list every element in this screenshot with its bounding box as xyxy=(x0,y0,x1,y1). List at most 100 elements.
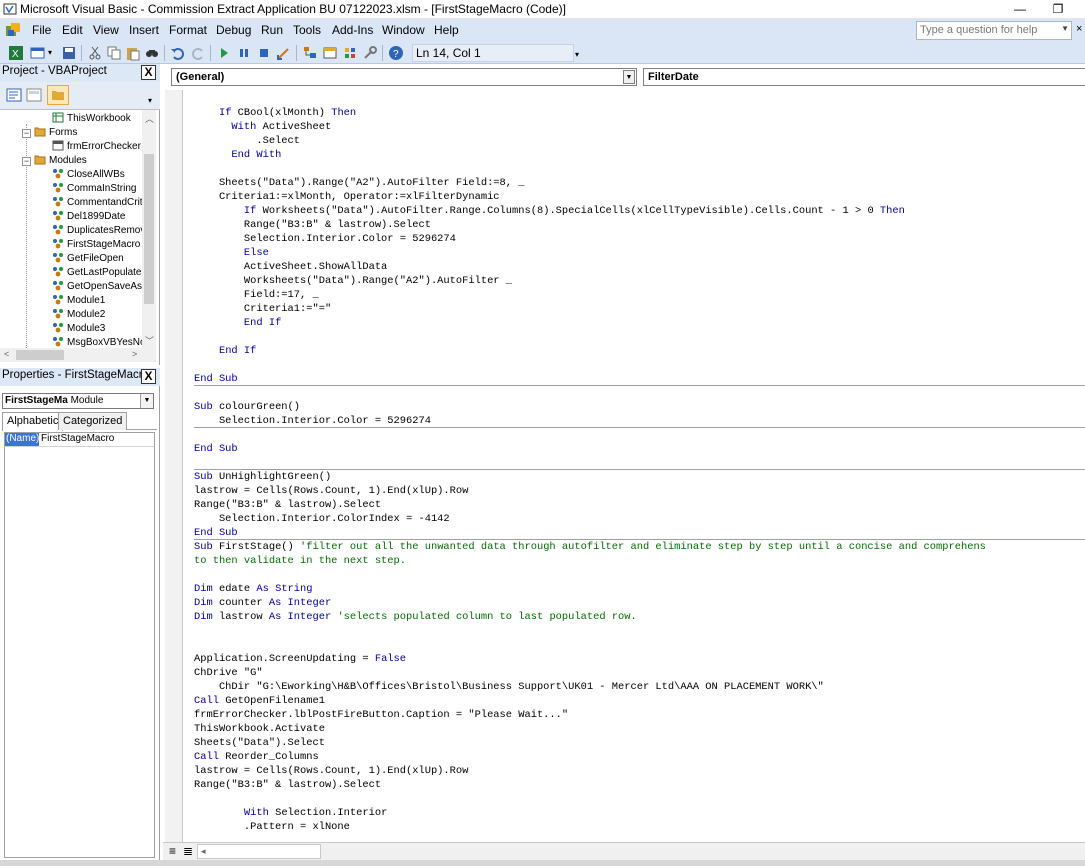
help-dropdown-arrow-icon[interactable]: ▼ xyxy=(1061,24,1069,33)
menu-debug[interactable]: Debug xyxy=(216,23,251,37)
menu-run[interactable]: Run xyxy=(261,23,283,37)
menu-window[interactable]: Window xyxy=(382,23,425,37)
tree-item-commainstring[interactable]: CommaInString xyxy=(52,182,136,196)
tree-item-closeallwbs[interactable]: CloseAllWBs xyxy=(52,168,125,182)
excel-view-icon[interactable]: X xyxy=(8,45,24,61)
undo-icon[interactable] xyxy=(170,45,186,61)
tab-categorized[interactable]: Categorized xyxy=(58,412,128,430)
tree-item-label: MsgBoxVBYesNo xyxy=(67,337,142,348)
project-tree-vscrollbar[interactable]: ︿ ﹀ xyxy=(142,110,156,348)
full-module-view-icon[interactable]: ≣ xyxy=(183,844,193,858)
tree-item-modules[interactable]: Modules xyxy=(34,154,87,168)
tree-item-del1899date[interactable]: Del1899Date xyxy=(52,210,125,224)
tree-item-module2[interactable]: Module2 xyxy=(52,308,105,322)
project-tree-hscroll-thumb[interactable] xyxy=(16,350,64,360)
run-icon[interactable] xyxy=(216,45,232,61)
project-toolbar-more-icon[interactable]: ▾ xyxy=(148,96,152,105)
menu-insert[interactable]: Insert xyxy=(129,23,159,37)
module-icon xyxy=(53,281,63,291)
menu-tools[interactable]: Tools xyxy=(293,23,321,37)
scroll-right-arrow-icon[interactable]: > xyxy=(132,349,137,359)
object-dropdown[interactable]: (General) ▼ xyxy=(171,68,637,86)
menu-help[interactable]: Help xyxy=(434,23,459,37)
code-editor[interactable]: If CBool(xlMonth) Then With ActiveSheet … xyxy=(194,106,1085,842)
view-object-icon[interactable] xyxy=(26,88,42,102)
break-icon[interactable] xyxy=(236,45,252,61)
procedure-dropdown[interactable]: FilterDate xyxy=(643,68,1085,86)
property-value[interactable]: FirstStageMacro xyxy=(41,433,114,444)
procedure-view-icon[interactable]: ≡ xyxy=(169,844,176,858)
close-code-window-icon[interactable]: × xyxy=(1076,23,1082,35)
minimize-button[interactable]: — xyxy=(1003,0,1037,18)
toolbox-icon[interactable] xyxy=(362,45,378,61)
project-tree-hscrollbar[interactable]: < > xyxy=(0,348,156,362)
property-row-name[interactable]: (Name) FirstStageMacro xyxy=(5,433,154,447)
redo-icon[interactable] xyxy=(190,45,206,61)
object-dropdown-arrow-icon[interactable]: ▼ xyxy=(623,70,635,84)
code-scroll-left-arrow-icon[interactable]: ◂ xyxy=(201,846,206,857)
reset-icon[interactable] xyxy=(256,45,272,61)
toolbar-separator xyxy=(81,45,82,61)
toolbar-options-icon[interactable]: ▾ xyxy=(575,50,579,59)
menu-view[interactable]: View xyxy=(93,23,119,37)
tree-item-commentandcrit[interactable]: CommentandCrit xyxy=(52,196,142,210)
tree-item-duplicatesremov[interactable]: DuplicatesRemov xyxy=(52,224,142,238)
scroll-left-arrow-icon[interactable]: < xyxy=(4,349,9,359)
module-icon xyxy=(53,295,63,305)
help-search-input[interactable]: Type a question for help ▼ xyxy=(916,21,1072,40)
procedure-dropdown-value: FilterDate xyxy=(648,71,699,83)
object-browser-icon[interactable] xyxy=(342,45,358,61)
vba-menu-icon[interactable] xyxy=(4,22,22,39)
tree-collapse-icon[interactable]: − xyxy=(22,129,31,138)
tree-item-module1[interactable]: Module1 xyxy=(52,294,105,308)
tree-item-thisworkbook[interactable]: ThisWorkbook xyxy=(52,112,131,126)
scroll-up-arrow-icon[interactable]: ︿ xyxy=(145,112,154,125)
paste-icon[interactable] xyxy=(125,45,141,61)
tree-item-msgboxvbyesno[interactable]: MsgBoxVBYesNo xyxy=(52,336,142,348)
tree-item-getlastpopulate[interactable]: GetLastPopulate xyxy=(52,266,142,280)
code-line: lastrow = Cells(Rows.Count, 1).End(xlUp)… xyxy=(194,485,469,497)
code-hscrollbar[interactable]: ◂ xyxy=(197,844,321,859)
restore-button[interactable]: ❐ xyxy=(1041,0,1075,18)
insert-userform-icon[interactable] xyxy=(30,45,46,61)
project-explorer-pane: Project - VBAProject X ▾ ThisWorkbook − Fo… xyxy=(0,64,160,365)
module-icon xyxy=(53,225,63,235)
view-code-icon[interactable] xyxy=(6,88,22,102)
module-icon xyxy=(53,323,63,333)
tree-item-getfileopen[interactable]: GetFileOpen xyxy=(52,252,124,266)
help-icon[interactable]: ? xyxy=(388,45,404,61)
properties-pane-close-button[interactable]: X xyxy=(141,369,156,384)
properties-window-icon[interactable] xyxy=(322,45,338,61)
scroll-down-arrow-icon[interactable]: ﹀ xyxy=(145,334,154,347)
module-icon xyxy=(53,183,63,193)
project-tree-scroll-thumb[interactable] xyxy=(144,154,154,304)
object-select-dropdown-icon[interactable]: ▼ xyxy=(140,394,153,408)
menu-add-ins[interactable]: Add-Ins xyxy=(332,23,373,37)
find-icon[interactable] xyxy=(144,45,160,61)
toggle-folders-button[interactable] xyxy=(47,85,69,105)
tab-alphabetic[interactable]: Alphabetic xyxy=(2,412,64,431)
tree-item-frmerrorchecker[interactable]: frmErrorChecker xyxy=(52,140,141,154)
code-line: Range("B3:B" & lastrow).Select xyxy=(194,499,382,511)
menu-file[interactable]: File xyxy=(32,23,51,37)
code-line: Worksheets("Data").Range("A2").AutoFilte… xyxy=(194,275,513,287)
project-pane-close-button[interactable]: X xyxy=(141,65,156,80)
properties-tabs: Alphabetic Categorized xyxy=(2,412,157,431)
tree-item-firststagemacro[interactable]: FirstStageMacro xyxy=(52,238,140,252)
cut-icon[interactable] xyxy=(87,45,103,61)
code-line: Dim counter As Integer xyxy=(194,597,332,609)
tree-item-getopensaveas[interactable]: GetOpenSaveAs xyxy=(52,280,142,294)
menu-edit[interactable]: Edit xyxy=(62,23,83,37)
tree-item-forms[interactable]: Forms xyxy=(34,126,77,140)
tree-item-label: CommaInString xyxy=(67,183,137,194)
design-mode-icon[interactable] xyxy=(276,45,292,61)
code-line: Range("B3:B" & lastrow).Select xyxy=(194,779,382,791)
tree-collapse-icon[interactable]: − xyxy=(22,157,31,166)
project-explorer-icon[interactable] xyxy=(302,45,318,61)
menu-format[interactable]: Format xyxy=(169,23,207,37)
save-icon[interactable] xyxy=(61,45,77,61)
object-select[interactable]: FirstStageMa Module ▼ xyxy=(2,393,154,409)
tree-item-module3[interactable]: Module3 xyxy=(52,322,105,336)
copy-icon[interactable] xyxy=(106,45,122,61)
code-margin-indicator-bar[interactable] xyxy=(165,90,183,842)
